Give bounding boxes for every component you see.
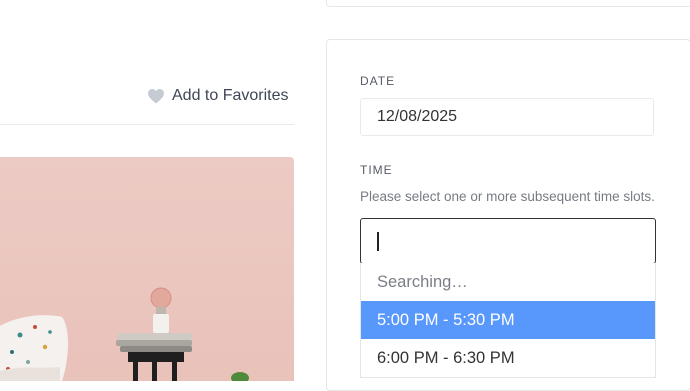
time-label: TIME [360, 163, 393, 177]
time-option-5pm[interactable]: 5:00 PM - 5:30 PM [361, 301, 655, 339]
dropdown-searching-status: Searching… [377, 273, 468, 291]
text-cursor [377, 232, 379, 251]
time-dropdown: Searching… 5:00 PM - 5:30 PM 6:00 PM - 6… [360, 263, 656, 378]
room-photo-illustration [0, 287, 249, 381]
summary-card [326, 0, 690, 7]
date-label: DATE [360, 74, 396, 88]
add-to-favorites-button[interactable]: Add to Favorites [147, 86, 289, 106]
room-photo [0, 157, 294, 381]
booking-card: DATE 12/08/2025 TIME Please select one o… [326, 39, 690, 391]
heart-icon [148, 88, 164, 104]
divider [0, 124, 294, 125]
time-option-6pm[interactable]: 6:00 PM - 6:30 PM [361, 339, 655, 377]
time-help-text: Please select one or more subsequent tim… [360, 189, 655, 204]
time-search-input[interactable] [360, 218, 656, 264]
add-to-favorites-label: Add to Favorites [172, 87, 289, 104]
date-input[interactable]: 12/08/2025 [360, 98, 654, 136]
